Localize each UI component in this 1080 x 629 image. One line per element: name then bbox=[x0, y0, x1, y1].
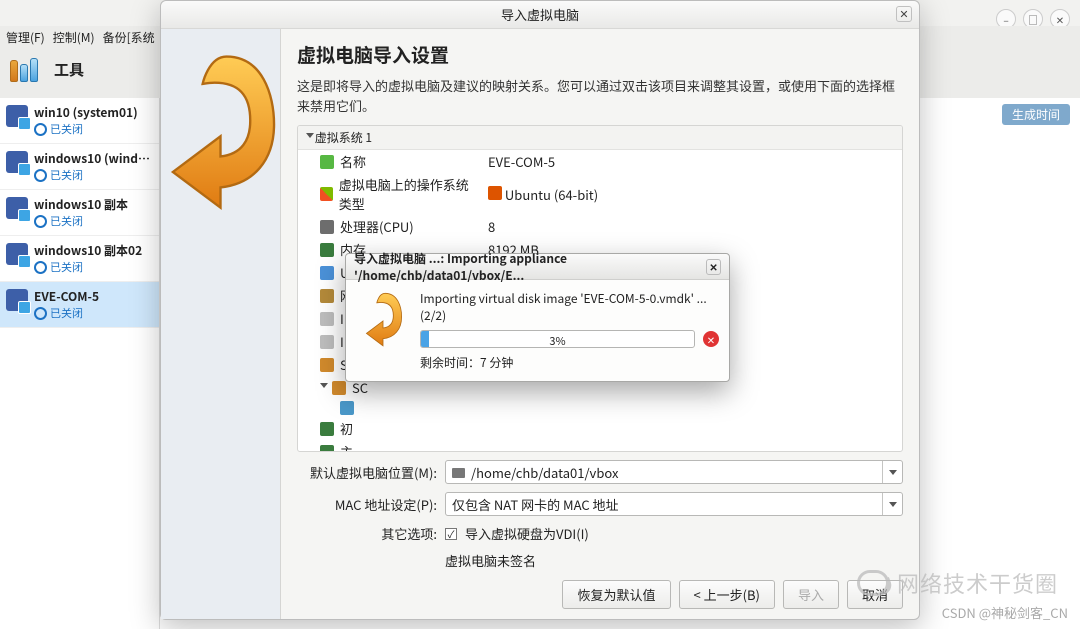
mac-dropdown[interactable] bbox=[882, 493, 902, 515]
snapshot-time-badge: 生成时间 bbox=[1002, 104, 1070, 125]
menu-control[interactable]: 控制(M) bbox=[53, 29, 95, 46]
memory-icon bbox=[320, 243, 334, 257]
ubuntu-icon bbox=[488, 186, 502, 200]
vm-name: windows10 副本 bbox=[34, 196, 128, 213]
import-button: 导入 bbox=[783, 580, 839, 609]
network-icon bbox=[320, 289, 334, 303]
vm-state: 已关闭 bbox=[34, 167, 153, 183]
watermark-text: 网络技术干货圈 bbox=[897, 567, 1058, 599]
mac-combo[interactable]: 仅包含 NAT 网卡的 MAC 地址 bbox=[445, 492, 903, 516]
progress-percent: 3% bbox=[421, 333, 694, 348]
vm-name: win10 (system01) bbox=[34, 104, 138, 121]
vm-icon bbox=[6, 197, 28, 219]
location-combo[interactable]: /home/chb/data01/vbox bbox=[445, 460, 903, 484]
vm-icon bbox=[6, 151, 28, 173]
dialog-titlebar[interactable]: 导入虚拟电脑 ✕ bbox=[161, 1, 919, 29]
disk-icon bbox=[340, 401, 354, 415]
progress-close-button[interactable]: ✕ bbox=[706, 259, 721, 275]
csdn-watermark: CSDN @神秘剑客_CN bbox=[942, 603, 1068, 622]
progress-titlebar[interactable]: 导入虚拟电脑 ...: Importing appliance '/home/c… bbox=[346, 254, 729, 280]
tools-label[interactable]: 工具 bbox=[54, 59, 84, 80]
other-label: 其它选项: bbox=[297, 524, 437, 543]
vm-name: windows10 (windows bbox=[34, 150, 153, 167]
os-icon bbox=[320, 187, 333, 201]
row-os[interactable]: 虚拟电脑上的操作系统类型 Ubuntu (64-bit) bbox=[298, 173, 902, 215]
row-init[interactable]: 初 bbox=[298, 417, 902, 440]
vm-icon bbox=[6, 105, 28, 127]
dialog-description: 这是即将导入的虚拟电脑及建议的映射关系。您可以通过双击该项目来调整其设置，或使用… bbox=[297, 76, 903, 115]
remaining-value: 7 分钟 bbox=[480, 354, 513, 371]
init-icon bbox=[320, 422, 334, 436]
vm-icon bbox=[6, 289, 28, 311]
mac-value: 仅包含 NAT 网卡的 MAC 地址 bbox=[452, 495, 619, 514]
name-icon bbox=[320, 155, 334, 169]
progress-cancel-button[interactable]: ✕ bbox=[703, 331, 719, 347]
progress-text: Importing virtual disk image 'EVE-COM-5-… bbox=[420, 290, 719, 324]
vdi-label: 导入虚拟硬盘为VDI(I) bbox=[465, 524, 589, 543]
group-label: 虚拟系统 1 bbox=[315, 129, 372, 146]
vm-item[interactable]: win10 (system01)已关闭 bbox=[0, 98, 159, 144]
vm-item[interactable]: windows10 (windows已关闭 bbox=[0, 144, 159, 190]
tree-caret-icon[interactable] bbox=[320, 383, 328, 392]
vm-icon bbox=[6, 243, 28, 265]
folder-icon bbox=[452, 468, 465, 478]
progress-dialog: 导入虚拟电脑 ...: Importing appliance '/home/c… bbox=[345, 253, 730, 382]
row-main[interactable]: 主 bbox=[298, 440, 902, 452]
import-arrow-icon bbox=[161, 47, 280, 226]
progress-title: 导入虚拟电脑 ...: Importing appliance '/home/c… bbox=[354, 250, 706, 284]
dialog-heading: 虚拟电脑导入设置 bbox=[297, 41, 903, 68]
ide-icon bbox=[320, 312, 334, 326]
mac-label: MAC 地址设定(P): bbox=[297, 495, 437, 514]
vm-state: 已关闭 bbox=[34, 121, 138, 137]
vm-sidebar: win10 (system01)已关闭 windows10 (windows已关… bbox=[0, 98, 160, 629]
row-cpu[interactable]: 处理器(CPU)8 bbox=[298, 215, 902, 238]
row-disk[interactable] bbox=[298, 399, 902, 417]
vm-name: EVE-COM-5 bbox=[34, 288, 99, 305]
unsigned-label: 虚拟电脑未签名 bbox=[445, 551, 536, 570]
usb-icon bbox=[320, 266, 334, 280]
restore-defaults-button[interactable]: 恢复为默认值 bbox=[562, 580, 670, 609]
dialog-title: 导入虚拟电脑 bbox=[501, 5, 579, 24]
cpu-icon bbox=[320, 220, 334, 234]
menu-manage[interactable]: 管理(F) bbox=[6, 29, 45, 46]
wechat-icon bbox=[857, 570, 889, 596]
progress-arrow-icon bbox=[356, 290, 410, 352]
location-label: 默认虚拟电脑位置(M): bbox=[297, 463, 437, 482]
dialog-close-button[interactable]: ✕ bbox=[896, 6, 912, 22]
progress-bar: 3% bbox=[420, 330, 695, 348]
vm-state: 已关闭 bbox=[34, 305, 99, 321]
vdi-checkbox[interactable] bbox=[445, 528, 457, 540]
row-name[interactable]: 名称EVE-COM-5 bbox=[298, 150, 902, 173]
vm-item-selected[interactable]: EVE-COM-5已关闭 bbox=[0, 282, 159, 328]
sata-icon bbox=[320, 358, 334, 372]
remaining-label: 剩余时间： bbox=[420, 354, 480, 371]
dialog-sidebar bbox=[161, 29, 281, 619]
tree-caret-icon[interactable] bbox=[306, 133, 314, 142]
back-button[interactable]: < 上一步(B) bbox=[679, 580, 775, 609]
vm-name: windows10 副本02 bbox=[34, 242, 142, 259]
menu-backup[interactable]: 备份[系统 bbox=[103, 29, 155, 46]
location-value: /home/chb/data01/vbox bbox=[471, 463, 618, 482]
main-icon bbox=[320, 445, 334, 453]
tools-icon bbox=[10, 56, 46, 82]
vm-item[interactable]: windows10 副本02已关闭 bbox=[0, 236, 159, 282]
vm-item[interactable]: windows10 副本已关闭 bbox=[0, 190, 159, 236]
location-dropdown[interactable] bbox=[882, 461, 902, 483]
menubar: 管理(F) 控制(M) 备份[系统 bbox=[0, 26, 161, 48]
vm-state: 已关闭 bbox=[34, 213, 128, 229]
watermark: 网络技术干货圈 bbox=[857, 567, 1058, 599]
ide-icon bbox=[320, 335, 334, 349]
vm-state: 已关闭 bbox=[34, 259, 142, 275]
scsi-icon bbox=[332, 381, 346, 395]
